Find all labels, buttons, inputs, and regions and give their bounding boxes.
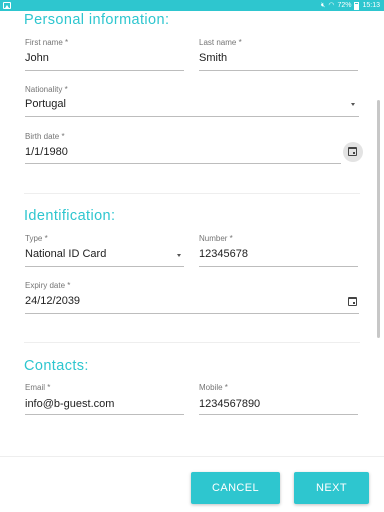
first-name-input[interactable]: John [25,52,49,64]
section-divider [24,193,360,194]
cancel-button[interactable]: CANCEL [191,472,280,504]
email-underline [25,414,184,415]
battery-percent: 72% [337,2,352,9]
birth-date-input[interactable]: 1/1/1980 [25,146,68,158]
mobile-label: Mobile * [199,383,228,392]
dropdown-arrow-icon[interactable] [351,103,355,106]
last-name-underline [199,70,358,71]
dropdown-arrow-icon[interactable] [177,254,181,257]
first-name-underline [25,70,184,71]
calendar-icon[interactable] [348,147,357,156]
footer-divider [0,456,384,457]
number-underline [199,266,358,267]
calendar-icon[interactable] [348,297,357,306]
identification-heading: Identification: [24,208,116,224]
image-icon [3,2,11,9]
last-name-label: Last name * [199,38,242,47]
contacts-heading: Contacts: [24,358,89,374]
type-select[interactable]: National ID Card [25,248,106,260]
personal-information-heading: Personal information: [24,12,170,28]
birth-date-label: Birth date * [25,132,65,141]
expiry-date-label: Expiry date * [25,281,71,290]
last-name-input[interactable]: Smith [199,52,227,64]
clock: 15:13 [362,2,380,9]
mobile-input[interactable]: 1234567890 [199,398,260,410]
nationality-label: Nationality * [25,85,68,94]
battery-icon [354,1,360,10]
type-underline [25,266,184,267]
scrollbar[interactable] [377,100,380,338]
section-divider [24,342,360,343]
status-bar: 🔇︎ ◠ 72% 15:13 [0,0,384,11]
mobile-underline [199,414,358,415]
status-indicators: 🔇︎ ◠ 72% 15:13 [321,0,380,11]
number-label: Number * [199,234,233,243]
next-button[interactable]: NEXT [294,472,369,504]
nationality-select[interactable]: Portugal [25,98,66,110]
expiry-date-input[interactable]: 24/12/2039 [25,295,80,307]
birth-date-underline [25,163,341,164]
email-label: Email * [25,383,51,392]
expiry-date-underline [25,313,359,314]
nationality-underline [25,116,359,117]
email-input[interactable]: info@b-guest.com [25,398,114,410]
wifi-icon: ◠ [328,2,335,9]
mute-icon: 🔇︎ [320,2,326,9]
type-label: Type * [25,234,48,243]
number-input[interactable]: 12345678 [199,248,248,260]
first-name-label: First name * [25,38,69,47]
